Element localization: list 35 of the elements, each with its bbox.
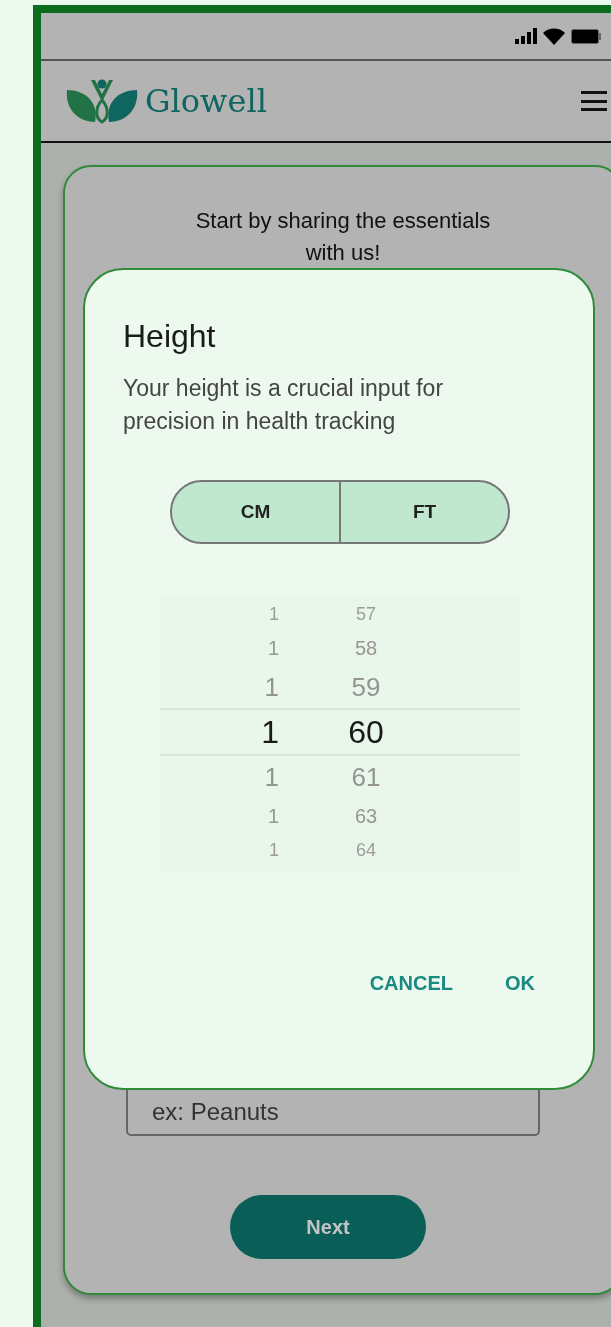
feet-value: 1: [263, 760, 280, 794]
picker-row[interactable]: 1 61: [160, 756, 520, 798]
picker-row[interactable]: 1 58: [160, 630, 520, 666]
picker-row[interactable]: 1 63: [160, 798, 520, 834]
dialog-button[interactable]: OK: [505, 968, 535, 998]
unit-option[interactable]: CM: [172, 482, 339, 542]
feet-value: 1: [260, 713, 280, 752]
picker-row[interactable]: 1 60: [160, 708, 520, 756]
unit-option[interactable]: FT: [339, 482, 508, 542]
wifi-icon: [543, 27, 565, 45]
feet-value: 1: [268, 602, 280, 626]
signal-icon: [515, 28, 537, 44]
cm-value: 58: [353, 636, 379, 661]
cm-value: 57: [355, 602, 377, 626]
next-button[interactable]: Next: [230, 1195, 426, 1259]
feet-value: 1: [263, 670, 280, 704]
feet-value: 1: [266, 636, 280, 661]
cm-value: 61: [350, 760, 382, 794]
picker-row[interactable]: 1 57: [160, 598, 520, 630]
battery-icon: [571, 28, 601, 44]
cm-value: 63: [353, 804, 379, 829]
dialog-button[interactable]: CANCEL: [369, 968, 453, 998]
cm-value: 59: [350, 670, 382, 704]
card-heading: Start by sharing the essentials with us!: [194, 207, 492, 267]
cm-value: 64: [355, 838, 377, 862]
feet-value: 1: [268, 838, 280, 862]
dialog-title: Height: [123, 317, 217, 356]
app-name: Glowell: [145, 85, 267, 117]
picker-row[interactable]: 1 64: [160, 834, 520, 866]
feet-value: 1: [266, 804, 280, 829]
cm-value: 60: [347, 713, 385, 752]
menu-icon[interactable]: [581, 91, 607, 111]
dialog-description: Your height is a crucial input for precision in health tracking: [123, 374, 445, 436]
picker-row[interactable]: 1 59: [160, 666, 520, 708]
logo-icon: [65, 78, 139, 124]
